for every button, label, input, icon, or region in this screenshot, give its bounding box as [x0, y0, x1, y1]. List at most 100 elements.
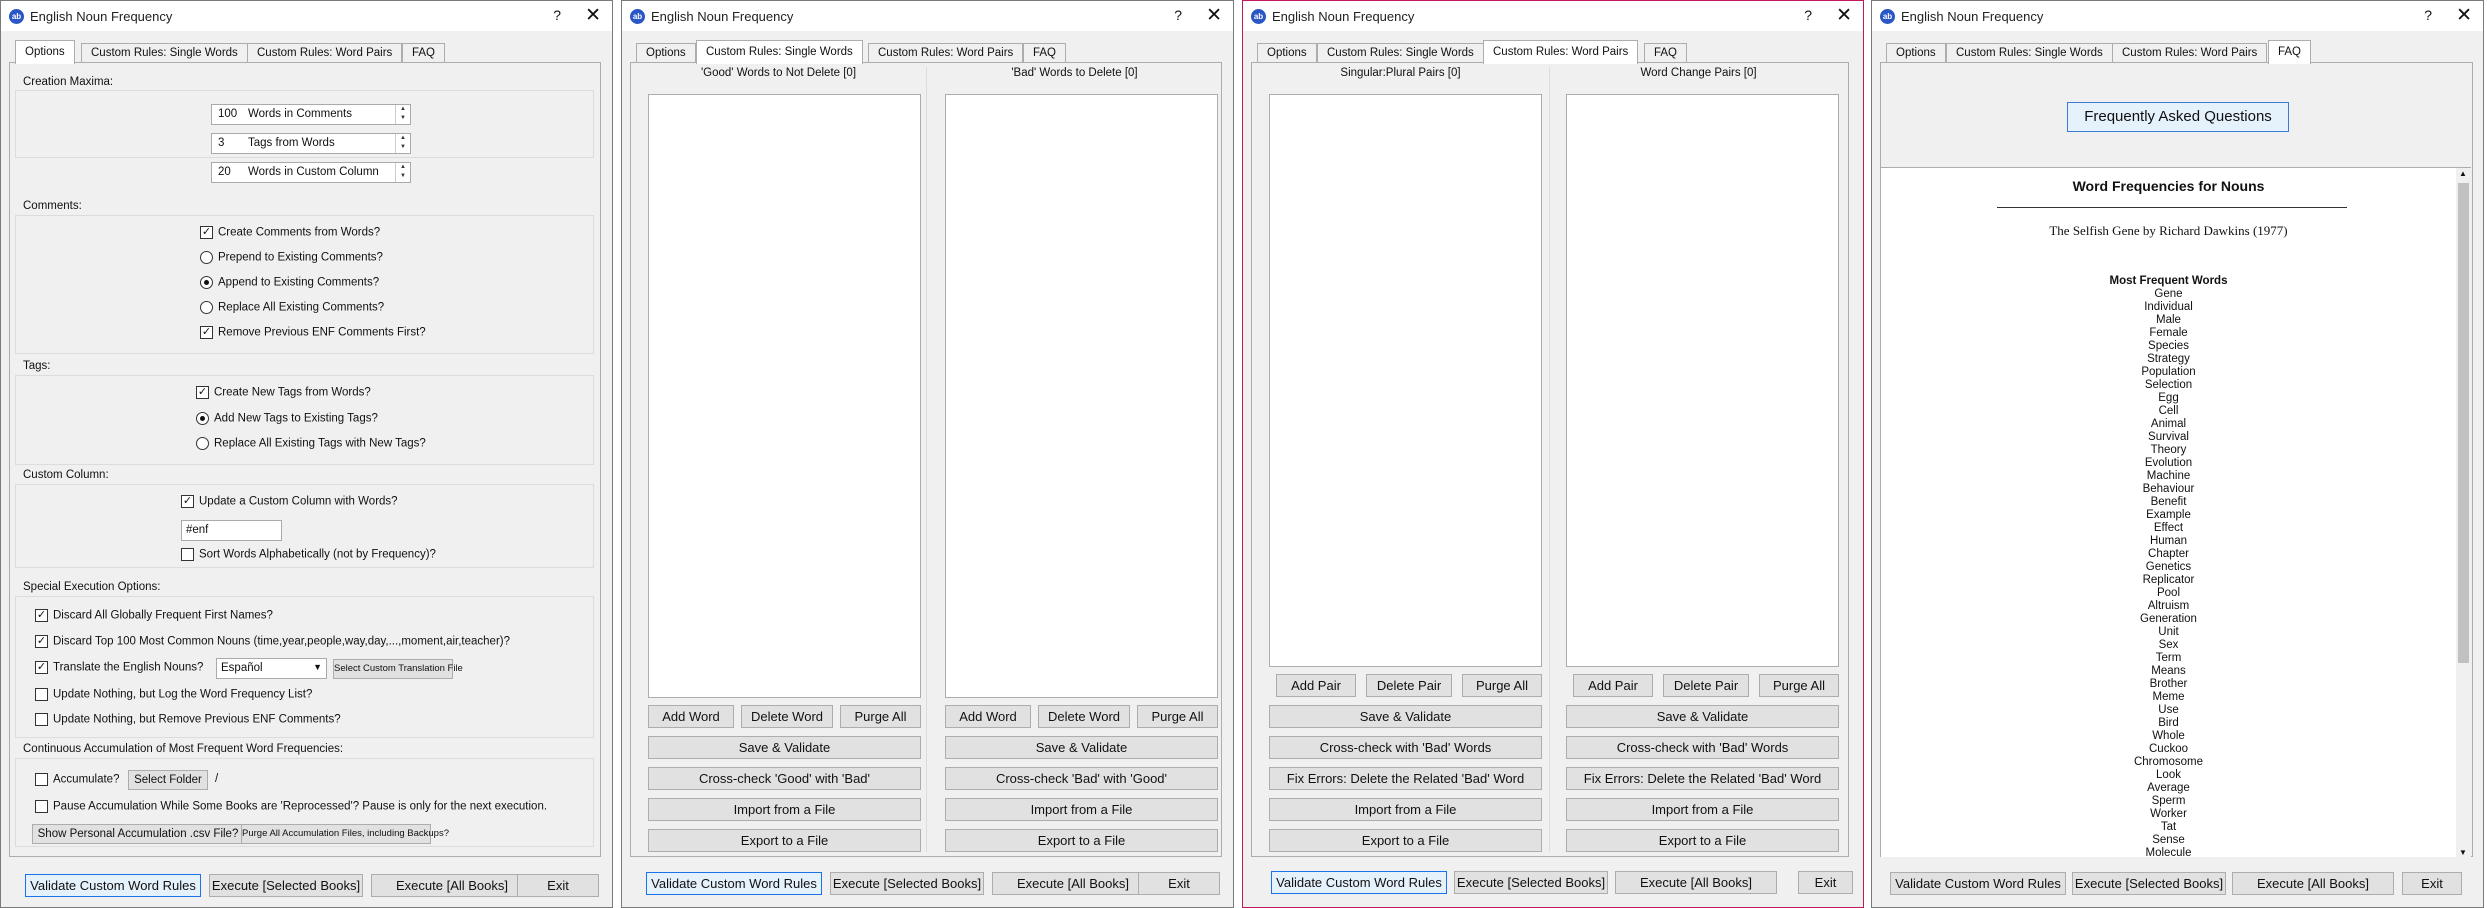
delete-bad-word-button[interactable]: Delete Word — [1038, 705, 1130, 728]
tab-options[interactable]: Options — [15, 40, 75, 64]
title-bar[interactable]: ab English Noun Frequency ? ✕ — [1872, 1, 2483, 31]
import-singular-button[interactable]: Import from a File — [1269, 798, 1542, 821]
purge-bad-words-button[interactable]: Purge All — [1137, 705, 1218, 728]
delete-good-word-button[interactable]: Delete Word — [741, 705, 833, 728]
close-icon[interactable]: ✕ — [2456, 4, 2472, 27]
exit-button[interactable]: Exit — [517, 874, 599, 897]
spinner-arrows-icon[interactable]: ▲ ▼ — [395, 105, 410, 124]
purge-change-pairs-button[interactable]: Purge All — [1759, 674, 1839, 697]
add-change-pair-button[interactable]: Add Pair — [1573, 674, 1653, 697]
title-bar[interactable]: ab English Noun Frequency ? ✕ — [1, 1, 612, 31]
purge-good-words-button[interactable]: Purge All — [840, 705, 921, 728]
good-words-list[interactable] — [648, 94, 921, 698]
translate-nouns-checkbox[interactable]: ✓ Translate the English Nouns? — [35, 661, 203, 677]
select-folder-button[interactable]: Select Folder — [128, 770, 208, 790]
remove-previous-comments-checkbox[interactable]: ✓ Remove Previous ENF Comments First? — [200, 326, 426, 342]
tab-single-words[interactable]: Custom Rules: Single Words — [81, 43, 248, 63]
validate-custom-word-rules-button[interactable]: Validate Custom Word Rules — [25, 874, 201, 897]
tab-single-words[interactable]: Custom Rules: Single Words — [1946, 43, 2113, 63]
help-icon[interactable]: ? — [553, 7, 561, 23]
add-singular-pair-button[interactable]: Add Pair — [1276, 674, 1356, 697]
spinner-arrows-icon[interactable]: ▲ ▼ — [395, 134, 410, 153]
discard-top100-checkbox[interactable]: ✓ Discard Top 100 Most Common Nouns (time… — [35, 635, 510, 651]
tab-single-words[interactable]: Custom Rules: Single Words — [1317, 43, 1484, 63]
tags-from-words-spinner[interactable]: 3 Tags from Words ▲ ▼ — [211, 133, 411, 154]
execute-all-books-button[interactable]: Execute [All Books] — [992, 872, 1154, 895]
words-in-comments-spinner[interactable]: 100 Words in Comments ▲ ▼ — [211, 104, 411, 125]
log-only-checkbox[interactable]: Update Nothing, but Log the Word Frequen… — [35, 688, 312, 704]
purge-accumulation-files-button[interactable]: Purge All Accumulation Files, including … — [241, 824, 449, 844]
add-bad-word-button[interactable]: Add Word — [945, 705, 1031, 728]
singular-plural-list[interactable] — [1269, 94, 1542, 667]
execute-all-books-button[interactable]: Execute [All Books] — [371, 874, 533, 897]
validate-custom-word-rules-button[interactable]: Validate Custom Word Rules — [1271, 871, 1447, 894]
import-change-button[interactable]: Import from a File — [1566, 798, 1839, 821]
replace-tags-radio[interactable]: Replace All Existing Tags with New Tags? — [196, 437, 426, 453]
sort-alphabetically-checkbox[interactable]: Sort Words Alphabetically (not by Freque… — [181, 548, 436, 564]
close-icon[interactable]: ✕ — [585, 4, 601, 27]
update-custom-column-checkbox[interactable]: ✓ Update a Custom Column with Words? — [181, 495, 398, 511]
fix-errors-singular-button[interactable]: Fix Errors: Delete the Related 'Bad' Wor… — [1269, 767, 1542, 790]
save-validate-singular-button[interactable]: Save & Validate — [1269, 705, 1542, 728]
title-bar[interactable]: ab English Noun Frequency ? ✕ — [622, 1, 1233, 31]
save-validate-change-button[interactable]: Save & Validate — [1566, 705, 1839, 728]
words-in-custom-column-spinner[interactable]: 20 Words in Custom Column ▲ ▼ — [211, 162, 411, 183]
help-icon[interactable]: ? — [1174, 7, 1182, 23]
tab-options[interactable]: Options — [636, 43, 696, 63]
select-translation-file-button[interactable]: Select Custom Translation File — [333, 659, 463, 679]
close-icon[interactable]: ✕ — [1206, 4, 1222, 27]
execute-selected-books-button[interactable]: Execute [Selected Books] — [830, 872, 984, 895]
append-comments-radio[interactable]: Append to Existing Comments? — [200, 276, 379, 292]
cross-check-bad-button[interactable]: Cross-check 'Bad' with 'Good' — [945, 767, 1218, 790]
help-icon[interactable]: ? — [2424, 7, 2432, 23]
export-good-words-button[interactable]: Export to a File — [648, 829, 921, 852]
execute-all-books-button[interactable]: Execute [All Books] — [1615, 871, 1777, 894]
exit-button[interactable]: Exit — [1798, 871, 1853, 894]
scroll-up-icon[interactable]: ▲ — [2459, 169, 2467, 178]
scroll-down-icon[interactable]: ▼ — [2459, 848, 2467, 857]
word-change-list[interactable] — [1566, 94, 1839, 667]
replace-comments-radio[interactable]: Replace All Existing Comments? — [200, 301, 384, 317]
tab-word-pairs[interactable]: Custom Rules: Word Pairs — [1483, 40, 1639, 64]
execute-selected-books-button[interactable]: Execute [Selected Books] — [2072, 872, 2226, 895]
create-comments-checkbox[interactable]: ✓ Create Comments from Words? — [200, 226, 380, 242]
faq-document[interactable]: Word Frequencies for Nouns The Selfish G… — [1881, 167, 2471, 857]
help-icon[interactable]: ? — [1804, 7, 1812, 23]
tab-faq[interactable]: FAQ — [2268, 40, 2312, 64]
tab-word-pairs[interactable]: Custom Rules: Word Pairs — [247, 43, 403, 63]
execute-selected-books-button[interactable]: Execute [Selected Books] — [209, 874, 363, 897]
exit-button[interactable]: Exit — [2402, 872, 2462, 895]
discard-first-names-checkbox[interactable]: ✓ Discard All Globally Frequent First Nam… — [35, 609, 273, 625]
tab-word-pairs[interactable]: Custom Rules: Word Pairs — [868, 43, 1024, 63]
custom-column-name-input[interactable]: #enf — [181, 520, 282, 541]
export-singular-button[interactable]: Export to a File — [1269, 829, 1542, 852]
language-select[interactable]: Español ▼ — [216, 658, 327, 679]
delete-singular-pair-button[interactable]: Delete Pair — [1366, 674, 1452, 697]
prepend-comments-radio[interactable]: Prepend to Existing Comments? — [200, 251, 383, 267]
add-good-word-button[interactable]: Add Word — [648, 705, 734, 728]
save-validate-good-button[interactable]: Save & Validate — [648, 736, 921, 759]
spinner-arrows-icon[interactable]: ▲ ▼ — [395, 163, 410, 182]
title-bar[interactable]: ab English Noun Frequency ? ✕ — [1243, 1, 1863, 31]
close-icon[interactable]: ✕ — [1836, 4, 1852, 27]
cross-check-singular-button[interactable]: Cross-check with 'Bad' Words — [1269, 736, 1542, 759]
import-bad-words-button[interactable]: Import from a File — [945, 798, 1218, 821]
tab-faq[interactable]: FAQ — [1023, 43, 1067, 63]
delete-change-pair-button[interactable]: Delete Pair — [1663, 674, 1749, 697]
import-good-words-button[interactable]: Import from a File — [648, 798, 921, 821]
scroll-thumb[interactable] — [2458, 183, 2469, 663]
accumulate-checkbox[interactable]: Accumulate? — [35, 773, 119, 789]
execute-selected-books-button[interactable]: Execute [Selected Books] — [1454, 871, 1608, 894]
create-tags-checkbox[interactable]: ✓ Create New Tags from Words? — [196, 386, 371, 402]
faq-scrollbar[interactable]: ▲ ▼ — [2456, 168, 2471, 857]
tab-faq[interactable]: FAQ — [402, 43, 446, 63]
cross-check-change-button[interactable]: Cross-check with 'Bad' Words — [1566, 736, 1839, 759]
tab-faq[interactable]: FAQ — [1644, 43, 1688, 63]
export-change-button[interactable]: Export to a File — [1566, 829, 1839, 852]
export-bad-words-button[interactable]: Export to a File — [945, 829, 1218, 852]
execute-all-books-button[interactable]: Execute [All Books] — [2232, 872, 2394, 895]
pause-accumulation-checkbox[interactable]: Pause Accumulation While Some Books are … — [35, 800, 547, 816]
tab-options[interactable]: Options — [1257, 43, 1317, 63]
faq-button[interactable]: Frequently Asked Questions — [2067, 102, 2289, 132]
add-tags-radio[interactable]: Add New Tags to Existing Tags? — [196, 412, 378, 428]
